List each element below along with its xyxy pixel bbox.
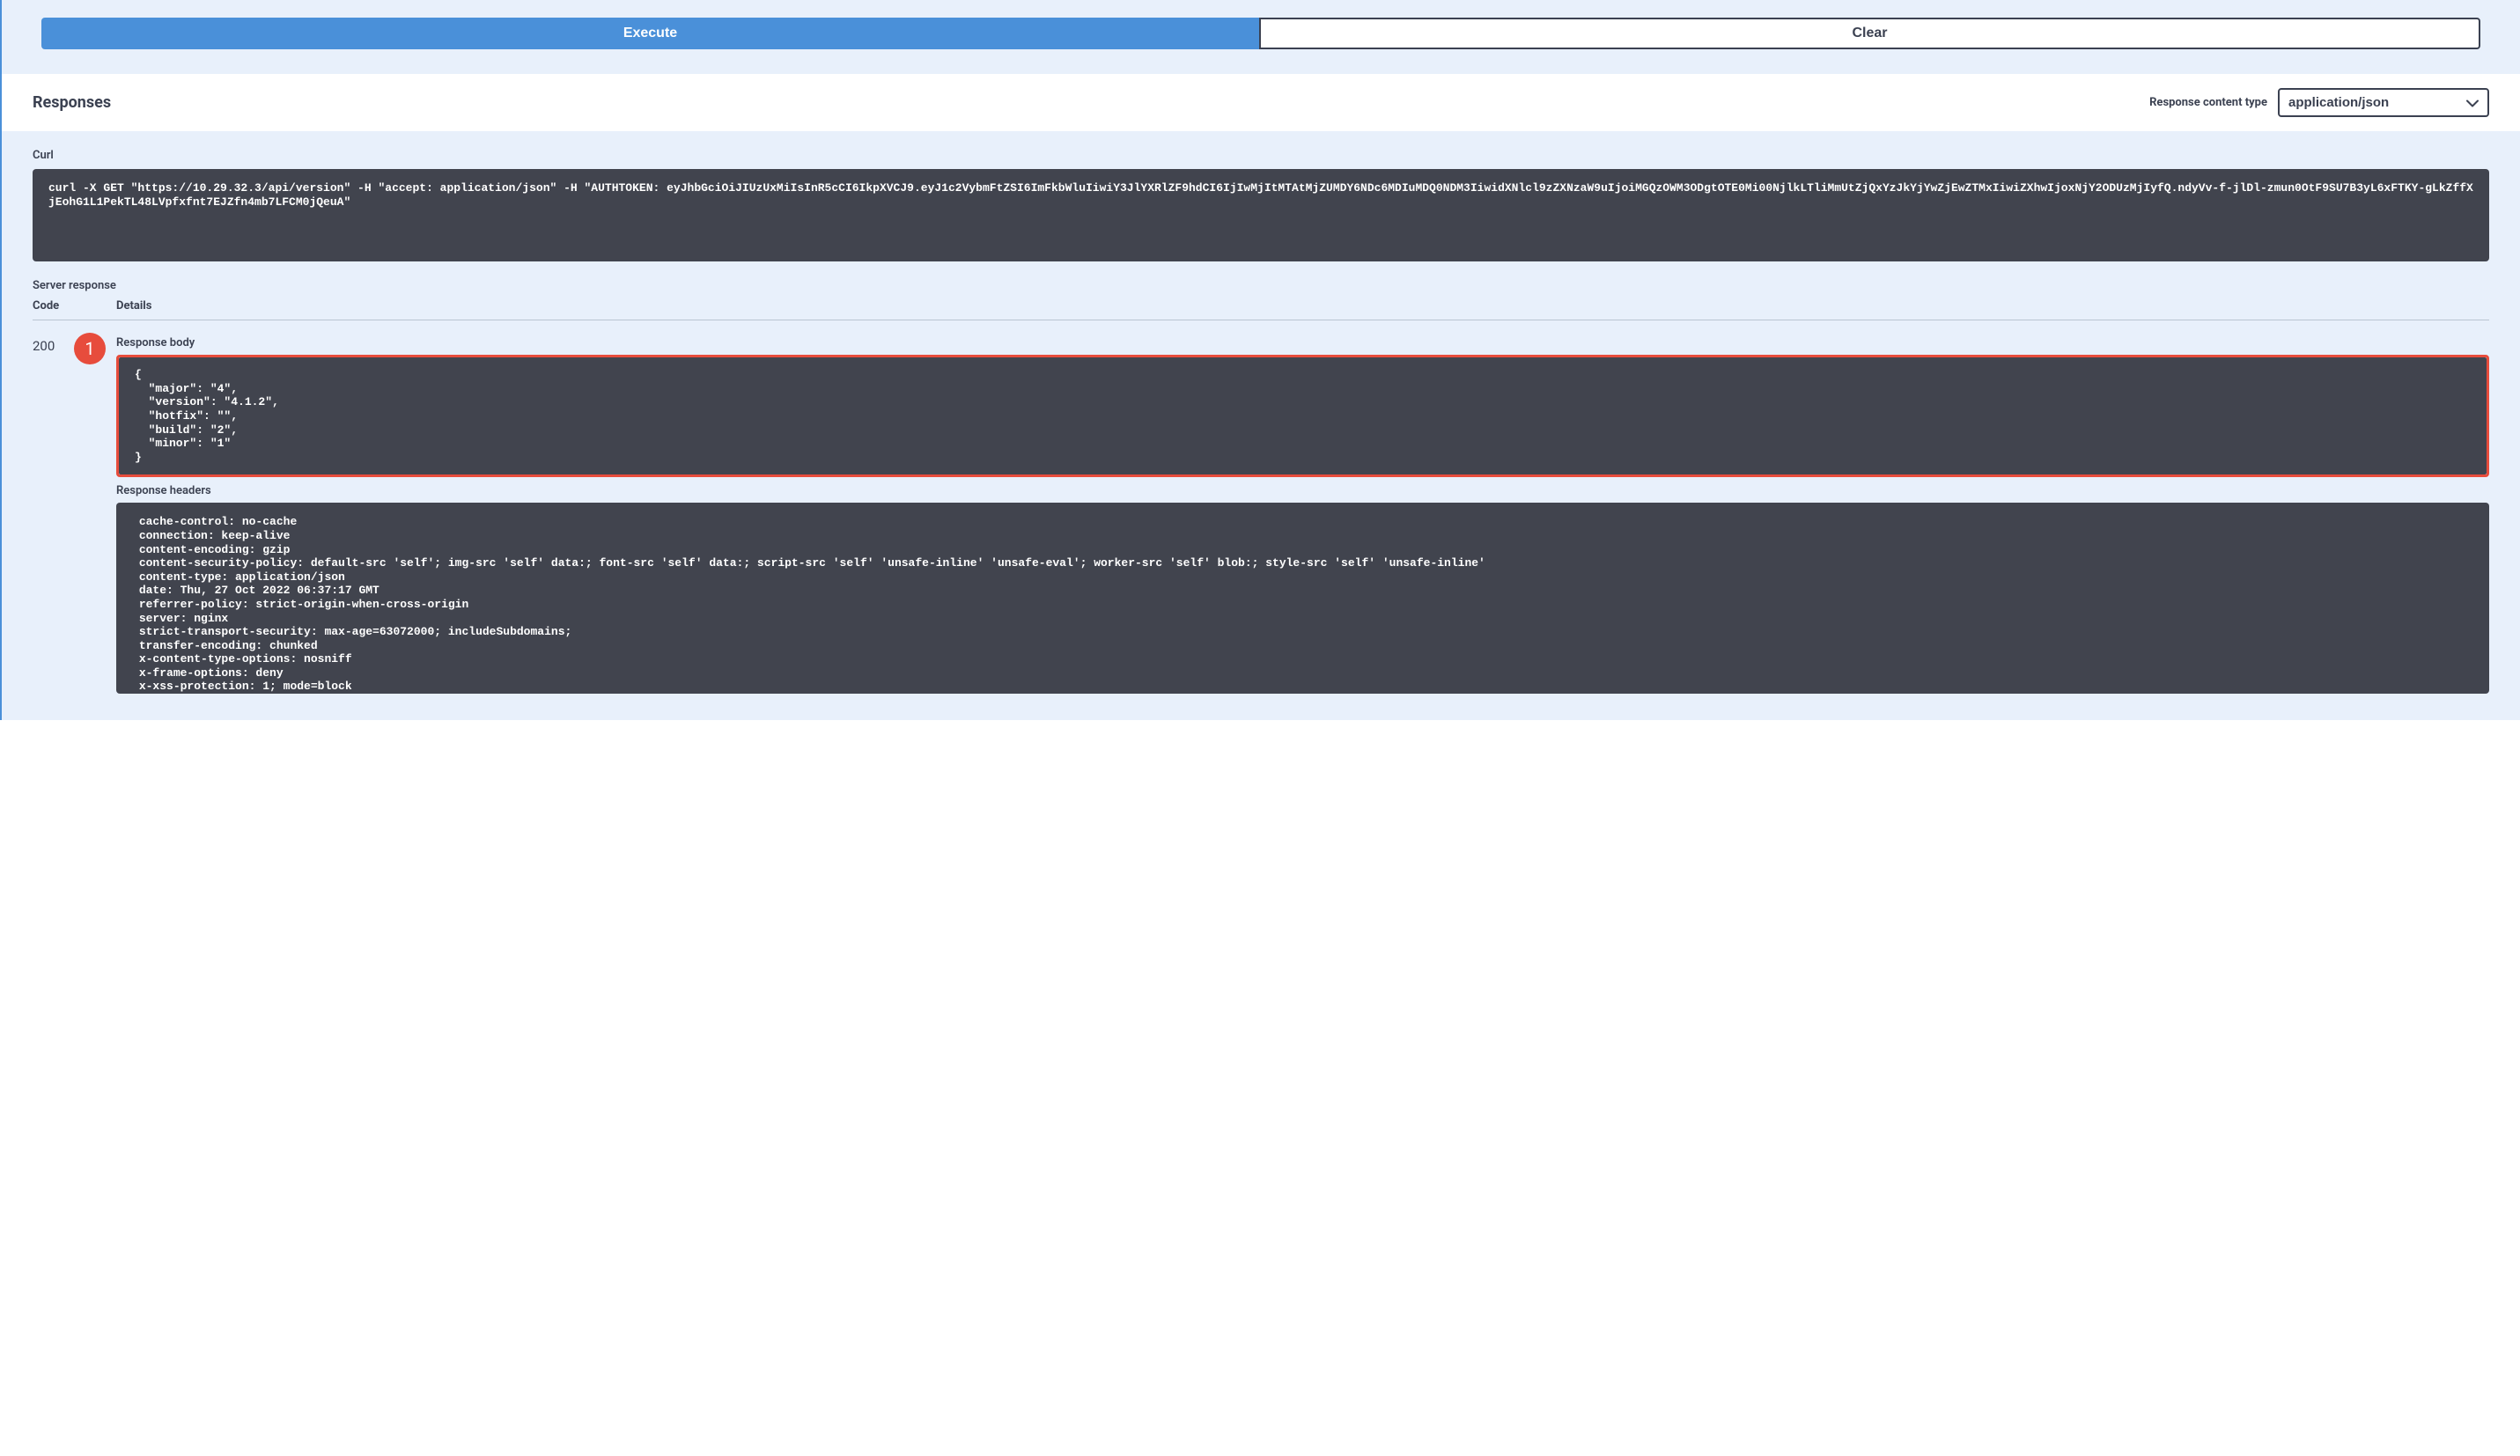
response-row: 200 1 Response body { "major": "4", "ver… <box>33 320 2489 694</box>
curl-command-block: curl -X GET "https://10.29.32.3/api/vers… <box>33 169 2489 261</box>
response-content: Curl curl -X GET "https://10.29.32.3/api… <box>2 131 2520 720</box>
details-column-header: Details <box>116 299 2489 313</box>
response-body-highlight: { "major": "4", "version": "4.1.2", "hot… <box>116 355 2489 477</box>
response-body-label: Response body <box>116 336 2489 349</box>
annotation-badge: 1 <box>74 333 106 364</box>
clear-button[interactable]: Clear <box>1259 18 2480 49</box>
response-header-row: Code Details <box>33 299 2489 320</box>
response-body-block: { "major": "4", "version": "4.1.2", "hot… <box>119 357 2487 474</box>
response-headers-block: cache-control: no-cache connection: keep… <box>116 503 2489 694</box>
content-type-select[interactable]: application/json <box>2278 88 2489 117</box>
code-column-header: Code <box>33 299 116 313</box>
server-response-label: Server response <box>33 279 2489 292</box>
content-type-label: Response content type <box>2149 96 2267 109</box>
execute-button[interactable]: Execute <box>41 18 1259 49</box>
swagger-panel: Execute Clear Responses Response content… <box>0 0 2520 720</box>
responses-header: Responses Response content type applicat… <box>2 74 2520 131</box>
content-type-wrapper: Response content type application/json <box>2149 88 2489 117</box>
curl-label: Curl <box>33 149 2489 162</box>
content-type-select-wrapper: application/json <box>2278 88 2489 117</box>
responses-title: Responses <box>33 93 111 112</box>
details-column: 1 Response body { "major": "4", "version… <box>116 336 2489 694</box>
status-code: 200 <box>33 336 116 694</box>
response-table: Code Details 200 1 Response body { "majo… <box>33 299 2489 694</box>
action-bar: Execute Clear <box>2 0 2520 74</box>
response-headers-label: Response headers <box>116 484 2489 497</box>
